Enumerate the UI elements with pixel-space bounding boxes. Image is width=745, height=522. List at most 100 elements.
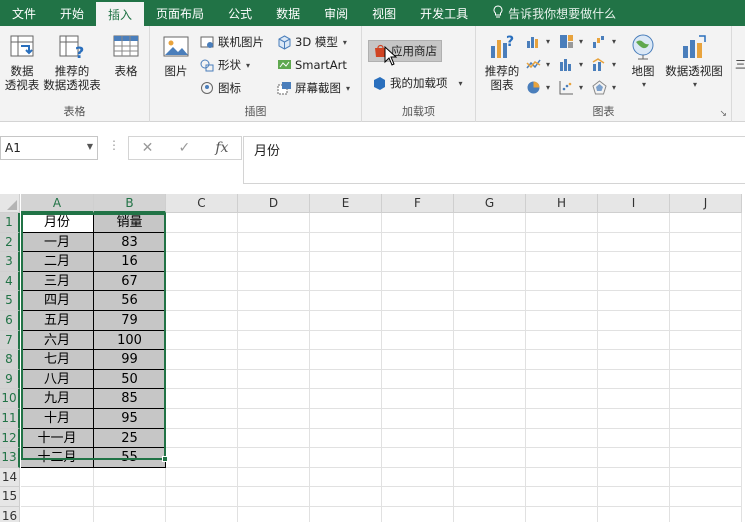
empty-cell[interactable] xyxy=(598,467,670,488)
empty-cell[interactable] xyxy=(526,271,598,292)
column-header-b[interactable]: B xyxy=(94,194,166,213)
worksheet-grid[interactable]: ABCDEFGHIJ 1 2 3 4 5 6 7 8 9 10 11 12 13 14 15 16 月份 销量一… xyxy=(0,194,745,522)
tab-review[interactable]: 审阅 xyxy=(312,0,360,26)
empty-cell[interactable] xyxy=(310,330,382,351)
empty-cell[interactable] xyxy=(166,311,238,331)
empty-cell[interactable] xyxy=(166,369,238,390)
empty-cell[interactable] xyxy=(238,271,310,292)
empty-cell[interactable] xyxy=(238,252,310,272)
empty-cell[interactable] xyxy=(382,467,454,488)
empty-cell[interactable] xyxy=(238,311,310,331)
empty-cell[interactable] xyxy=(454,330,526,351)
pie-chart-button[interactable]: ▾ xyxy=(526,80,550,95)
empty-cell[interactable] xyxy=(598,330,670,351)
row-header-3[interactable]: 3 xyxy=(0,252,20,272)
empty-cell[interactable] xyxy=(598,448,670,468)
scatter-chart-button[interactable]: ▾ xyxy=(559,80,583,95)
empty-cell[interactable] xyxy=(454,467,526,488)
empty-cell[interactable] xyxy=(238,389,310,409)
row-header-6[interactable]: 6 xyxy=(0,311,20,331)
table-cell[interactable]: 67 xyxy=(94,271,166,292)
hierarchy-chart-button[interactable]: ▾ xyxy=(559,34,583,49)
fill-handle[interactable] xyxy=(162,456,168,462)
column-header-e[interactable]: E xyxy=(310,194,382,213)
row-header-9[interactable]: 9 xyxy=(0,369,20,390)
empty-cell[interactable] xyxy=(166,389,238,409)
table-cell[interactable]: 二月 xyxy=(21,252,94,272)
empty-cell[interactable] xyxy=(598,350,670,370)
empty-cell[interactable] xyxy=(670,448,742,468)
dialog-launcher-icon[interactable]: ↘ xyxy=(719,109,727,119)
empty-cell[interactable] xyxy=(526,487,598,507)
empty-cell[interactable] xyxy=(166,448,238,468)
empty-cell[interactable] xyxy=(670,350,742,370)
screenshot-button[interactable]: 屏幕截图 ▾ xyxy=(277,80,350,96)
empty-cell[interactable] xyxy=(238,487,310,507)
empty-cell[interactable] xyxy=(382,507,454,522)
my-addins-button[interactable]: 我的加载项 ▾ xyxy=(372,75,463,91)
table-cell[interactable]: 七月 xyxy=(21,350,94,370)
name-box[interactable]: A1 ▼ xyxy=(0,136,98,160)
table-cell[interactable]: 十月 xyxy=(21,409,94,429)
empty-cell[interactable] xyxy=(310,369,382,390)
empty-cell[interactable] xyxy=(526,428,598,449)
empty-cell[interactable] xyxy=(166,409,238,429)
empty-cell[interactable] xyxy=(670,487,742,507)
table-cell[interactable]: 一月 xyxy=(21,232,94,253)
row-header-7[interactable]: 7 xyxy=(0,330,20,351)
empty-cell[interactable] xyxy=(454,291,526,311)
empty-cell[interactable] xyxy=(598,291,670,311)
empty-cell[interactable] xyxy=(21,507,94,522)
table-cell[interactable]: 56 xyxy=(94,291,166,311)
empty-cell[interactable] xyxy=(238,232,310,253)
empty-cell[interactable] xyxy=(166,291,238,311)
empty-cell[interactable] xyxy=(310,487,382,507)
empty-cell[interactable] xyxy=(382,448,454,468)
empty-cell[interactable] xyxy=(238,330,310,351)
empty-cell[interactable] xyxy=(94,467,166,488)
empty-cell[interactable] xyxy=(310,271,382,292)
insert-function-icon[interactable]: fx xyxy=(215,140,228,156)
empty-cell[interactable] xyxy=(166,213,238,233)
empty-cell[interactable] xyxy=(598,369,670,390)
empty-cell[interactable] xyxy=(310,389,382,409)
empty-cell[interactable] xyxy=(238,467,310,488)
row-header-15[interactable]: 15 xyxy=(0,487,20,507)
select-all-corner[interactable] xyxy=(0,194,20,213)
empty-cell[interactable] xyxy=(382,428,454,449)
empty-cell[interactable] xyxy=(166,330,238,351)
column-header-i[interactable]: I xyxy=(598,194,670,213)
tab-view[interactable]: 视图 xyxy=(360,0,408,26)
empty-cell[interactable] xyxy=(526,311,598,331)
column-header-j[interactable]: J xyxy=(670,194,742,213)
maps-button[interactable]: 地图 ▾ xyxy=(626,32,660,92)
row-header-8[interactable]: 8 xyxy=(0,350,20,370)
column-header-a[interactable]: A xyxy=(21,194,94,213)
empty-cell[interactable] xyxy=(598,409,670,429)
table-header-cell[interactable]: 销量 xyxy=(94,213,166,233)
empty-cell[interactable] xyxy=(598,428,670,449)
empty-cell[interactable] xyxy=(526,330,598,351)
empty-cell[interactable] xyxy=(21,467,94,488)
tell-me-box[interactable]: 告诉我你想要做什么 xyxy=(480,0,616,26)
row-header-16[interactable]: 16 xyxy=(0,507,20,522)
shapes-button[interactable]: 形状 ▾ xyxy=(200,57,250,73)
row-header-12[interactable]: 12 xyxy=(0,428,20,449)
empty-cell[interactable] xyxy=(454,428,526,449)
column-header-f[interactable]: F xyxy=(382,194,454,213)
empty-cell[interactable] xyxy=(310,428,382,449)
icons-button[interactable]: 图标 xyxy=(200,80,241,96)
empty-cell[interactable] xyxy=(670,232,742,253)
row-header-4[interactable]: 4 xyxy=(0,271,20,292)
empty-cell[interactable] xyxy=(454,232,526,253)
empty-cell[interactable] xyxy=(94,487,166,507)
empty-cell[interactable] xyxy=(238,350,310,370)
empty-cell[interactable] xyxy=(238,291,310,311)
empty-cell[interactable] xyxy=(526,409,598,429)
tab-page-layout[interactable]: 页面布局 xyxy=(144,0,216,26)
table-button[interactable]: 表格 xyxy=(108,32,144,78)
empty-cell[interactable] xyxy=(382,389,454,409)
recommended-pivot-button[interactable]: ? 推荐的 数据透视表 xyxy=(40,32,104,92)
picture-button[interactable]: 图片 xyxy=(158,32,194,78)
chevron-down-icon[interactable]: ▼ xyxy=(87,142,93,151)
